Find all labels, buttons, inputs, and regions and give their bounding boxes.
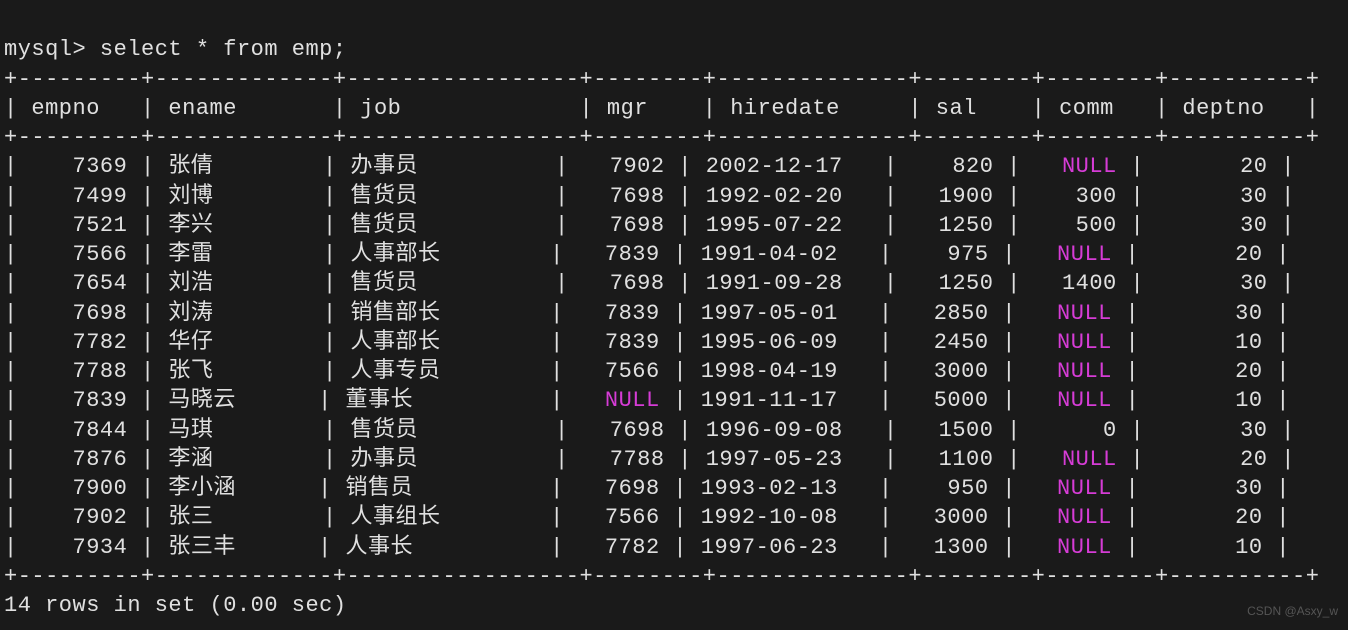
- sql-query: select * from emp;: [100, 37, 347, 62]
- prompt-prefix: mysql>: [4, 37, 100, 62]
- table-row: | 7521 | 李兴 | 售货员 | 7698 | 1995-07-22 | …: [4, 213, 1295, 238]
- table-row: | 7844 | 马琪 | 售货员 | 7698 | 1996-09-08 | …: [4, 418, 1295, 443]
- table-border-bot: +---------+-------------+---------------…: [4, 564, 1319, 589]
- table-border-top: +---------+-------------+---------------…: [4, 67, 1319, 92]
- table-row: | 7566 | 李雷 | 人事部长 | 7839 | 1991-04-02 |…: [4, 242, 1290, 267]
- table-row: | 7499 | 刘博 | 售货员 | 7698 | 1992-02-20 | …: [4, 184, 1295, 209]
- table-row: | 7369 | 张倩 | 办事员 | 7902 | 2002-12-17 | …: [4, 154, 1295, 179]
- table-row: | 7788 | 张飞 | 人事专员 | 7566 | 1998-04-19 |…: [4, 359, 1290, 384]
- table-row: | 7876 | 李涵 | 办事员 | 7788 | 1997-05-23 | …: [4, 447, 1295, 472]
- prompt-line: mysql> select * from emp;: [4, 37, 347, 62]
- table-row: | 7839 | 马晓云 | 董事长 | NULL | 1991-11-17 |…: [4, 388, 1290, 413]
- table-row: | 7654 | 刘浩 | 售货员 | 7698 | 1991-09-28 | …: [4, 271, 1295, 296]
- mysql-terminal[interactable]: mysql> select * from emp; +---------+---…: [0, 0, 1348, 630]
- table-row: | 7902 | 张三 | 人事组长 | 7566 | 1992-10-08 |…: [4, 505, 1290, 530]
- table-row: | 7698 | 刘涛 | 销售部长 | 7839 | 1997-05-01 |…: [4, 301, 1290, 326]
- table-row: | 7934 | 张三丰 | 人事长 | 7782 | 1997-06-23 |…: [4, 535, 1290, 560]
- table-row: | 7782 | 华仔 | 人事部长 | 7839 | 1995-06-09 |…: [4, 330, 1290, 355]
- table-row: | 7900 | 李小涵 | 销售员 | 7698 | 1993-02-13 |…: [4, 476, 1290, 501]
- table-header-row: | empno | ename | job | mgr | hiredate |…: [4, 96, 1319, 121]
- table-border-mid: +---------+-------------+---------------…: [4, 125, 1319, 150]
- result-footer: 14 rows in set (0.00 sec): [4, 593, 347, 618]
- table-body: | 7369 | 张倩 | 办事员 | 7902 | 2002-12-17 | …: [4, 154, 1295, 559]
- watermark: CSDN @Asxy_w: [1247, 604, 1338, 620]
